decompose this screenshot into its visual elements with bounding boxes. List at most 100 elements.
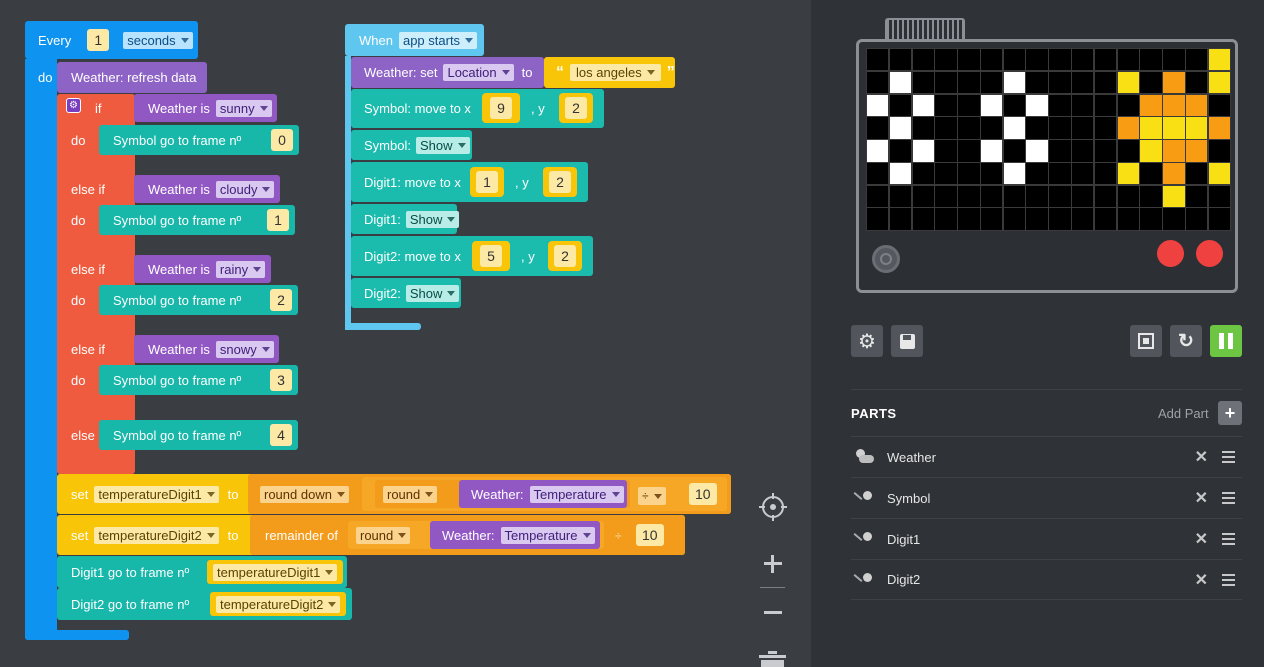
symbol-goto-frame-0[interactable]: Symbol go to frame nº 0 bbox=[99, 125, 299, 155]
digit2-y-value[interactable]: 2 bbox=[554, 245, 576, 267]
digit2-x-value[interactable]: 5 bbox=[480, 245, 502, 267]
symbol-x-value[interactable]: 9 bbox=[490, 97, 512, 119]
condition-dropdown-sunny[interactable]: sunny bbox=[215, 99, 272, 117]
digit2-y-block[interactable]: 2 bbox=[548, 241, 582, 271]
location-value-input[interactable]: los angeles bbox=[570, 64, 661, 81]
location-dropdown[interactable]: Location bbox=[443, 64, 514, 81]
settings-button[interactable]: ⚙ bbox=[851, 325, 883, 357]
weather-refresh-block[interactable]: Weather: refresh data bbox=[57, 62, 207, 93]
variable-dropdown[interactable]: temperatureDigit1 bbox=[94, 485, 219, 503]
condition-dropdown-snowy[interactable]: snowy bbox=[215, 340, 274, 358]
led-pixel bbox=[935, 162, 957, 185]
property-dropdown[interactable]: Temperature bbox=[500, 526, 595, 544]
symbol-x-block[interactable]: 9 bbox=[482, 93, 520, 123]
add-part-button[interactable]: + bbox=[1218, 401, 1242, 425]
symbol-goto-frame-2[interactable]: Symbol go to frame nº 2 bbox=[99, 285, 298, 315]
code-workspace[interactable]: Every 1 seconds do Weather: refresh data… bbox=[0, 0, 811, 667]
frame-value[interactable]: 4 bbox=[270, 424, 292, 446]
weather-set-location-block[interactable]: Weather: set Location to bbox=[351, 57, 544, 88]
led-pixel bbox=[1208, 185, 1231, 208]
device-button-b[interactable] bbox=[1196, 240, 1223, 267]
divisor-value[interactable]: 10 bbox=[636, 524, 664, 546]
round-dropdown[interactable]: round bbox=[383, 485, 438, 503]
remove-part-icon[interactable]: ✕ bbox=[1195, 529, 1208, 549]
divide-operator[interactable]: ÷ bbox=[638, 487, 666, 505]
variable-dropdown[interactable]: temperatureDigit2 bbox=[94, 526, 219, 544]
save-button[interactable] bbox=[891, 325, 923, 357]
reorder-icon[interactable] bbox=[1222, 533, 1235, 545]
trash-icon[interactable] bbox=[759, 651, 786, 667]
app-starts-header[interactable]: When app starts bbox=[345, 24, 484, 56]
digit2-show-dropdown[interactable]: Show bbox=[405, 284, 460, 302]
digit1-y-value[interactable]: 2 bbox=[549, 171, 571, 193]
condition-cloudy[interactable]: Weather is cloudy bbox=[134, 175, 280, 203]
part-row-symbol[interactable]: Symbol ✕ bbox=[851, 477, 1242, 518]
condition-dropdown-rainy[interactable]: rainy bbox=[215, 260, 266, 278]
digit1-variable-dropdown[interactable]: temperatureDigit1 bbox=[213, 563, 338, 581]
device-button-a[interactable] bbox=[1157, 240, 1184, 267]
digit1-x-block[interactable]: 1 bbox=[470, 167, 504, 197]
every-block-header[interactable]: Every 1 seconds bbox=[25, 21, 198, 59]
digit2-goto-frame-block[interactable]: Digit2 go to frame nº temperatureDigit2 bbox=[57, 588, 352, 620]
restart-button[interactable]: ↻ bbox=[1170, 325, 1202, 357]
condition-sunny[interactable]: Weather is sunny bbox=[134, 94, 277, 122]
weather-temperature-block-2[interactable]: Weather: Temperature bbox=[430, 521, 600, 549]
digit1-goto-label: Digit1 go to frame nº bbox=[71, 564, 190, 580]
zoom-out-icon[interactable] bbox=[764, 611, 782, 614]
location-string-block[interactable]: “ los angeles ” bbox=[544, 57, 675, 88]
led-pixel bbox=[1140, 140, 1162, 162]
round-dropdown[interactable]: round bbox=[356, 526, 411, 544]
weather-temperature-block[interactable]: Weather: Temperature bbox=[459, 480, 627, 508]
divisor-value[interactable]: 10 bbox=[689, 483, 717, 505]
property-dropdown[interactable]: Temperature bbox=[529, 485, 624, 503]
digit2-x-block[interactable]: 5 bbox=[472, 241, 510, 271]
led-pixel bbox=[1072, 140, 1094, 162]
part-row-digit1[interactable]: Digit1 ✕ bbox=[851, 518, 1242, 559]
condition-rainy[interactable]: Weather is rainy bbox=[134, 255, 271, 283]
symbol-goto-label: Symbol go to frame nº bbox=[113, 132, 242, 148]
digit2-variable-dropdown[interactable]: temperatureDigit2 bbox=[216, 595, 341, 613]
digit2-show-block[interactable]: Digit2: Show bbox=[351, 278, 461, 308]
event-dropdown[interactable]: app starts bbox=[398, 31, 478, 49]
frame-value[interactable]: 1 bbox=[267, 209, 289, 231]
every-unit-dropdown[interactable]: seconds bbox=[123, 31, 193, 49]
device-knob-icon[interactable] bbox=[872, 245, 900, 273]
symbol-goto-frame-4[interactable]: Symbol go to frame nº 4 bbox=[99, 420, 298, 450]
fullscreen-icon bbox=[1138, 333, 1154, 349]
frame-value[interactable]: 2 bbox=[270, 289, 292, 311]
remove-part-icon[interactable]: ✕ bbox=[1195, 488, 1208, 508]
digit1-x-value[interactable]: 1 bbox=[476, 171, 498, 193]
fullscreen-button[interactable] bbox=[1130, 325, 1162, 357]
remove-part-icon[interactable]: ✕ bbox=[1195, 570, 1208, 590]
every-interval-value[interactable]: 1 bbox=[87, 29, 110, 51]
led-pixel bbox=[1049, 140, 1071, 162]
pause-button[interactable] bbox=[1210, 325, 1242, 357]
reorder-icon[interactable] bbox=[1222, 492, 1235, 504]
symbol-goto-frame-3[interactable]: Symbol go to frame nº 3 bbox=[99, 365, 298, 395]
gear-icon[interactable]: ⚙ bbox=[66, 98, 81, 113]
symbol-y-value[interactable]: 2 bbox=[565, 97, 587, 119]
digit1-show-block[interactable]: Digit1: Show bbox=[351, 204, 460, 234]
remove-part-icon[interactable]: ✕ bbox=[1195, 447, 1208, 467]
symbol-goto-frame-1[interactable]: Symbol go to frame nº 1 bbox=[99, 205, 295, 235]
digit1-goto-frame-block[interactable]: Digit1 go to frame nº temperatureDigit1 bbox=[57, 556, 347, 588]
part-row-digit2[interactable]: Digit2 ✕ bbox=[851, 559, 1242, 600]
add-part-label[interactable]: Add Part bbox=[1158, 406, 1209, 421]
symbol-y-block[interactable]: 2 bbox=[559, 93, 593, 123]
math-op-dropdown[interactable]: round down bbox=[260, 485, 349, 503]
led-pixel bbox=[958, 94, 980, 116]
reorder-icon[interactable] bbox=[1222, 573, 1235, 586]
digit1-show-dropdown[interactable]: Show bbox=[405, 210, 460, 228]
condition-dropdown-cloudy[interactable]: cloudy bbox=[215, 180, 275, 198]
recenter-icon[interactable] bbox=[759, 493, 787, 521]
digit1-y-block[interactable]: 2 bbox=[543, 167, 577, 197]
led-pixel bbox=[980, 140, 1003, 162]
part-row-weather[interactable]: Weather ✕ bbox=[851, 436, 1242, 477]
frame-value[interactable]: 3 bbox=[270, 369, 292, 391]
zoom-in-icon[interactable] bbox=[764, 555, 782, 573]
reorder-icon[interactable] bbox=[1222, 451, 1235, 463]
frame-value[interactable]: 0 bbox=[271, 129, 293, 151]
symbol-show-block[interactable]: Symbol: Show bbox=[351, 130, 472, 160]
condition-snowy[interactable]: Weather is snowy bbox=[134, 335, 279, 363]
symbol-show-dropdown[interactable]: Show bbox=[415, 136, 470, 154]
